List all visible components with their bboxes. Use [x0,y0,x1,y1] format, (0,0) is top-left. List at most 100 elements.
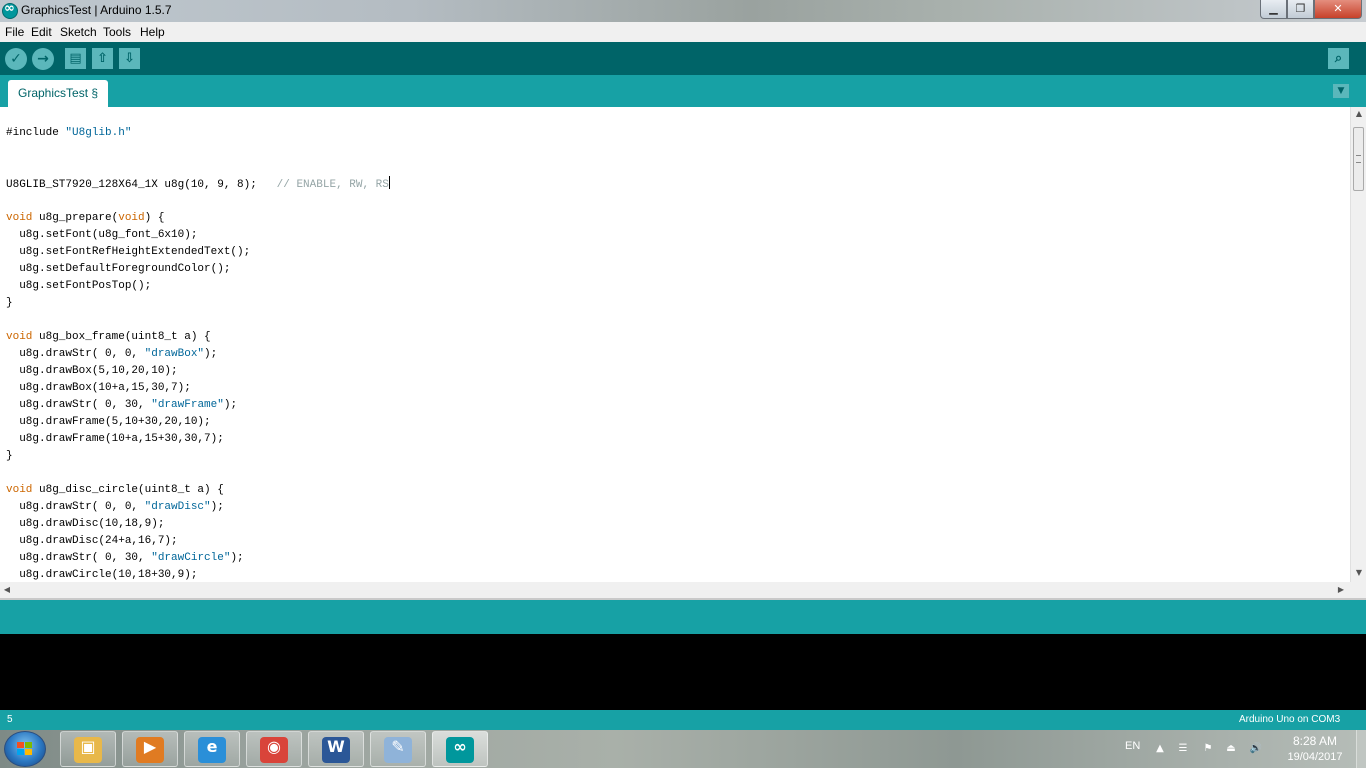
code-line[interactable]: u8g.drawDisc(24+a,16,7); [6,533,390,550]
show-hidden-icons-icon[interactable]: ▲ [1153,742,1167,756]
paint-icon: ✎ [384,737,412,763]
clock-date[interactable]: 19/04/2017 [1281,751,1349,763]
start-button[interactable] [4,731,46,767]
code-keyword: void [118,212,145,224]
code-line[interactable] [6,142,390,159]
close-button[interactable]: ✕ [1314,0,1362,19]
clock-time[interactable]: 8:28 AM [1285,734,1345,748]
code-token: u8g_prepare( [32,212,119,224]
horizontal-scrollbar[interactable]: ◀ ▶ [0,582,1350,598]
tab-menu-button[interactable]: ▼ [1333,84,1349,98]
scroll-up-icon[interactable]: ▲ [1351,107,1366,121]
maximize-button[interactable]: ❐ [1287,0,1314,19]
code-line[interactable]: u8g.drawBox(5,10,20,10); [6,363,390,380]
status-bar: 5 Arduino Uno on COM3 [0,710,1366,730]
code-token: u8g.setFont(u8g_font_6x10); [6,229,198,241]
vertical-scrollbar[interactable]: ▲ ▼ [1350,107,1366,582]
window-title: GraphicsTest | Arduino 1.5.7 [21,3,172,17]
safely-remove-hardware-icon[interactable]: ⏏ [1224,742,1238,756]
taskbar-app-button[interactable]: e [184,731,240,767]
scrollbar-corner [1350,582,1366,598]
taskbar-app-button[interactable]: ✎ [370,731,426,767]
code-token: ); [223,399,238,411]
action-center-flag-icon[interactable]: ⚑ [1201,742,1215,756]
code-line[interactable]: u8g.drawDisc(10,18,9); [6,516,390,533]
code-line[interactable]: U8GLIB_ST7920_128X64_1X u8g(10, 9, 8); /… [6,176,390,193]
scroll-left-icon[interactable]: ◀ [0,582,14,598]
code-token: u8g_disc_circle(uint8_t a) { [32,484,224,496]
magnifier-icon: ⌕ [1334,51,1343,66]
code-line[interactable] [6,159,390,176]
new-sketch-button[interactable]: ▤ [65,48,86,69]
menu-help[interactable]: Help [140,25,165,39]
code-line[interactable]: void u8g_prepare(void) { [6,210,390,227]
code-string: "drawBox" [144,348,205,360]
code-text[interactable]: #include "U8glib.h" U8GLIB_ST7920_128X64_… [6,125,390,582]
scroll-down-icon[interactable]: ▼ [1351,566,1366,580]
code-line[interactable]: u8g.drawStr( 0, 0, "drawBox"); [6,346,390,363]
code-editor[interactable]: #include "U8glib.h" U8GLIB_ST7920_128X64_… [0,107,1366,582]
save-sketch-button[interactable]: ⇩ [119,48,140,69]
menu-edit[interactable]: Edit [31,25,52,39]
code-token: u8g.drawStr( 0, 0, [6,501,145,513]
code-line[interactable]: u8g.drawBox(10+a,15,30,7); [6,380,390,397]
scroll-right-icon[interactable]: ▶ [1334,582,1348,598]
taskbar-app-button[interactable]: ∞ [432,731,488,767]
code-line[interactable]: u8g.drawFrame(10+a,15+30,30,7); [6,431,390,448]
code-line[interactable]: u8g.drawStr( 0, 30, "drawCircle"); [6,550,390,567]
arduino-app-icon [2,1,18,19]
code-line[interactable]: void u8g_box_frame(uint8_t a) { [6,329,390,346]
chrome-icon: ◉ [260,737,288,763]
menu-sketch[interactable]: Sketch [60,25,97,39]
code-line[interactable]: #include "U8glib.h" [6,125,390,142]
tab-graphicstest[interactable]: GraphicsTest § [8,80,109,107]
menu-file[interactable]: File [5,25,24,39]
code-line[interactable] [6,193,390,210]
language-indicator[interactable]: EN [1125,740,1140,752]
taskbar-app-button[interactable]: ▶ [122,731,178,767]
message-bar [0,600,1366,634]
code-token: u8g.drawStr( 0, 30, [6,399,152,411]
code-line[interactable]: void u8g_disc_circle(uint8_t a) { [6,482,390,499]
code-line[interactable]: u8g.drawStr( 0, 30, "drawFrame"); [6,397,390,414]
taskbar-app-button[interactable]: ▣ [60,731,116,767]
code-token: ) { [144,212,165,224]
verify-button[interactable]: ✓ [5,48,27,70]
tray-app-icon[interactable]: ☰ [1176,742,1190,756]
code-line[interactable] [6,312,390,329]
serial-monitor-button[interactable]: ⌕ [1328,48,1349,69]
arduino-icon: ∞ [446,737,474,763]
minimize-button[interactable]: ▁ [1260,0,1287,19]
code-token: u8g.drawFrame(10+a,15+30,30,7); [6,433,224,445]
code-token: } [6,450,13,462]
menu-tools[interactable]: Tools [103,25,131,39]
code-line[interactable]: } [6,295,390,312]
code-line[interactable]: u8g.drawCircle(10,18+30,9); [6,567,390,582]
code-token: U8GLIB_ST7920_128X64_1X u8g(10, 9, 8); [6,179,277,191]
arrow-up-icon: ⇧ [97,51,108,66]
code-line[interactable]: u8g.setFont(u8g_font_6x10); [6,227,390,244]
console-output[interactable] [0,634,1366,710]
code-string: "drawFrame" [151,399,224,411]
code-token: u8g.drawBox(10+a,15,30,7); [6,382,191,394]
code-line[interactable]: u8g.drawStr( 0, 0, "drawDisc"); [6,499,390,516]
show-desktop-button[interactable] [1356,730,1366,768]
code-line[interactable]: u8g.drawFrame(5,10+30,20,10); [6,414,390,431]
taskbar-app-button[interactable]: ◉ [246,731,302,767]
code-token: u8g.setDefaultForegroundColor(); [6,263,231,275]
taskbar-app-button[interactable]: W [308,731,364,767]
upload-button[interactable]: → [32,48,54,70]
code-line[interactable]: u8g.setDefaultForegroundColor(); [6,261,390,278]
open-sketch-button[interactable]: ⇧ [92,48,113,69]
code-line[interactable] [6,465,390,482]
code-line[interactable]: u8g.setFontRefHeightExtendedText(); [6,244,390,261]
checkmark-icon: ✓ [10,51,22,67]
code-token: u8g.drawDisc(24+a,16,7); [6,535,178,547]
vertical-scroll-thumb[interactable] [1353,127,1364,191]
code-token: u8g_box_frame(uint8_t a) { [32,331,211,343]
code-line[interactable]: } [6,448,390,465]
code-line[interactable]: u8g.setFontPosTop(); [6,278,390,295]
code-token: u8g.drawFrame(5,10+30,20,10); [6,416,211,428]
code-token: u8g.drawBox(5,10,20,10); [6,365,178,377]
volume-icon[interactable]: 🔊 [1249,742,1263,756]
